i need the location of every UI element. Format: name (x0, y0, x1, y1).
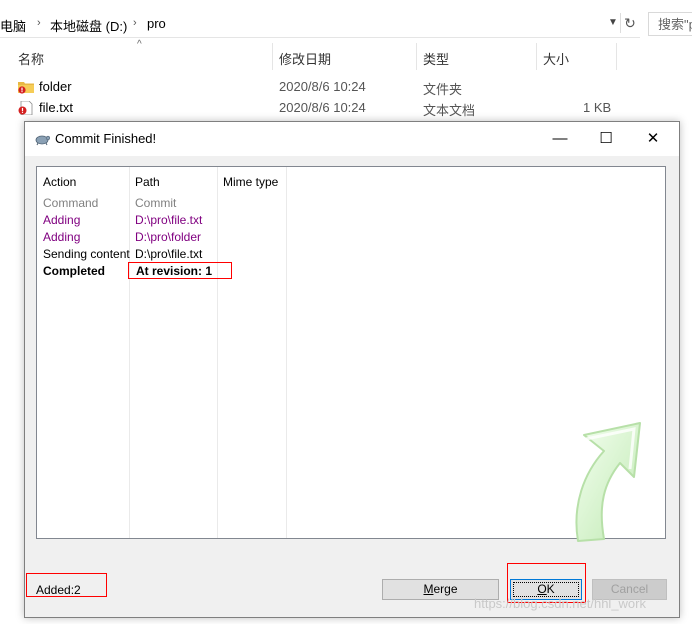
file-date: 2020/8/6 10:24 (279, 100, 366, 115)
file-row[interactable]: file.txt 2020/8/6 10:24 文本文档 1 KB (0, 99, 640, 119)
watermark-text: https://blog.csdn.net/hhl_work (474, 596, 646, 611)
row-action: Sending content (43, 247, 130, 261)
column-divider[interactable] (129, 167, 130, 538)
column-divider[interactable] (217, 167, 218, 538)
search-input[interactable]: 搜索"p (648, 12, 692, 36)
file-row[interactable]: folder 2020/8/6 10:24 文件夹 (0, 78, 640, 98)
file-type: 文件夹 (423, 82, 463, 97)
address-bar[interactable]: 电脑 › 本地磁盘 (D:) › pro ▼ ↻ (0, 9, 640, 38)
chevron-right-icon[interactable]: › (37, 17, 41, 29)
commit-finished-dialog: Commit Finished! — ☐ ✕ Action Path Mime … (24, 121, 680, 618)
row-path: Commit (135, 196, 177, 210)
file-date: 2020/8/6 10:24 (279, 79, 366, 94)
column-divider[interactable] (416, 43, 417, 70)
dialog-title: Commit Finished! (55, 131, 157, 146)
column-header-size[interactable]: 大小 (543, 49, 569, 69)
text-file-icon (18, 101, 33, 115)
close-icon[interactable]: ✕ (630, 122, 676, 156)
commit-success-arrow-icon (575, 422, 641, 542)
folder-icon (18, 82, 34, 94)
sort-ascending-icon: ^ (137, 39, 142, 50)
highlight-box (128, 262, 232, 279)
row-path: D:\pro\file.txt (135, 247, 203, 261)
breadcrumb-computer[interactable]: 电脑 (0, 16, 26, 35)
column-header-path[interactable]: Path (135, 175, 160, 189)
minimize-icon[interactable]: — (537, 122, 583, 156)
row-action: Adding (43, 213, 81, 227)
row-action: Adding (43, 230, 81, 244)
column-divider[interactable] (286, 167, 287, 538)
column-divider[interactable] (616, 43, 617, 70)
column-header-date[interactable]: 修改日期 (279, 49, 331, 69)
file-type: 文本文档 (423, 103, 476, 118)
column-header-mime-type[interactable]: Mime type (223, 175, 278, 189)
file-name: folder (39, 79, 72, 94)
row-path: D:\pro\file.txt (135, 213, 203, 227)
file-size: 1 KB (583, 100, 612, 115)
column-header-name[interactable]: 名称 (18, 49, 44, 69)
chevron-down-icon[interactable]: ▼ (606, 17, 620, 31)
tortoise-icon (35, 135, 50, 146)
column-divider[interactable] (536, 43, 537, 70)
file-name: file.txt (39, 100, 73, 115)
row-path: D:\pro\folder (135, 230, 202, 244)
maximize-icon[interactable]: ☐ (583, 122, 629, 156)
commit-log-list[interactable]: Action Path Mime type Command Commit Add… (36, 166, 666, 542)
row-action: Command (43, 196, 99, 210)
breadcrumb-folder[interactable]: pro (147, 16, 166, 31)
column-header-type[interactable]: 类型 (423, 49, 449, 69)
column-divider[interactable] (272, 43, 273, 70)
title-bar[interactable]: Commit Finished! — ☐ ✕ (25, 122, 679, 156)
breadcrumb-drive[interactable]: 本地磁盘 (D:) (50, 16, 127, 35)
column-header-action[interactable]: Action (43, 175, 76, 189)
highlight-box (26, 573, 107, 597)
row-action: Completed (43, 264, 106, 278)
chevron-right-icon[interactable]: › (133, 17, 137, 29)
refresh-icon[interactable]: ↻ (620, 13, 639, 33)
